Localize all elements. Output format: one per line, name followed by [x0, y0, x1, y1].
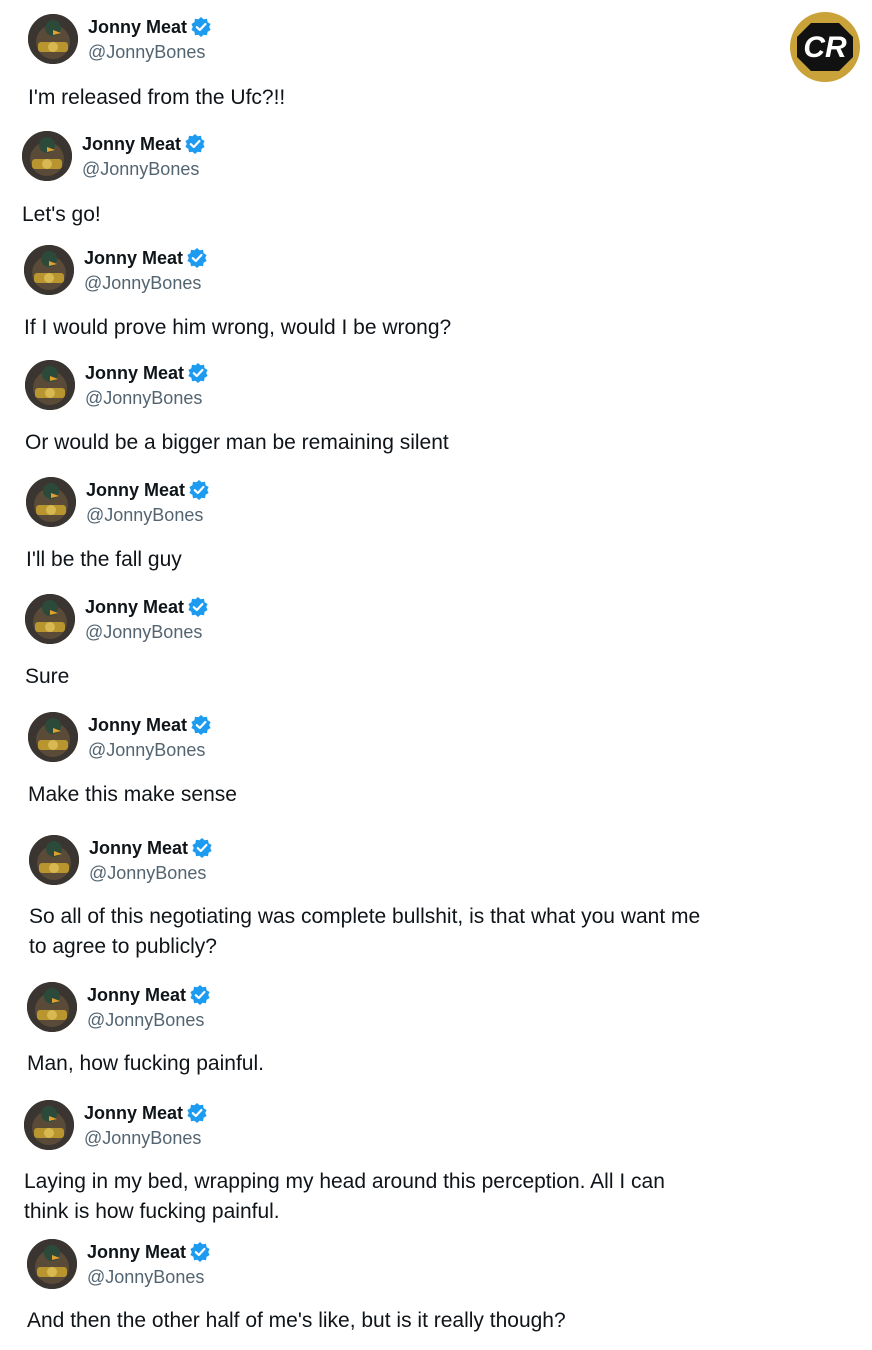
avatar[interactable] [26, 477, 76, 527]
name-row: Jonny Meat [82, 133, 205, 155]
tweet: Jonny Meat @JonnyBones Let's go! [22, 131, 782, 226]
handle[interactable]: @JonnyBones [85, 387, 202, 409]
verified-badge-icon [185, 134, 205, 154]
tweet-header: Jonny Meat @JonnyBones [29, 835, 789, 887]
tweet-header: Jonny Meat @JonnyBones [25, 594, 785, 646]
display-name[interactable]: Jonny Meat [84, 1102, 183, 1124]
handle[interactable]: @JonnyBones [82, 158, 199, 180]
verified-badge-icon [187, 248, 207, 268]
tweet-text: I'm released from the Ufc?!! [28, 86, 286, 109]
tweet-text: Sure [25, 665, 70, 688]
handle[interactable]: @JonnyBones [89, 862, 206, 884]
tweet: Jonny Meat @JonnyBones And then the othe… [27, 1239, 787, 1332]
tweet-header: Jonny Meat @JonnyBones [24, 1100, 784, 1152]
avatar[interactable] [27, 1239, 77, 1289]
display-name[interactable]: Jonny Meat [88, 16, 187, 38]
verified-badge-icon [191, 715, 211, 735]
name-row: Jonny Meat [84, 247, 207, 269]
tweet: Jonny Meat @JonnyBones If I would prove … [24, 245, 784, 339]
avatar[interactable] [29, 835, 79, 885]
tweet-text: And then the other half of me's like, bu… [27, 1309, 566, 1332]
tweet: Jonny Meat @JonnyBones Man, how fucking … [27, 982, 787, 1075]
verified-badge-icon [190, 985, 210, 1005]
name-row: Jonny Meat [84, 1102, 207, 1124]
tweet-header: Jonny Meat @JonnyBones [26, 477, 786, 529]
name-row: Jonny Meat [88, 16, 211, 38]
handle[interactable]: @JonnyBones [84, 1127, 201, 1149]
display-name[interactable]: Jonny Meat [89, 837, 188, 859]
verified-badge-icon [191, 17, 211, 37]
tweet: Jonny Meat @JonnyBones So all of this ne… [29, 835, 789, 958]
avatar[interactable] [25, 360, 75, 410]
tweet-header: Jonny Meat @JonnyBones [28, 712, 788, 764]
tweet-text: Laying in my bed, wrapping my head aroun… [24, 1170, 665, 1223]
avatar[interactable] [27, 982, 77, 1032]
handle[interactable]: @JonnyBones [88, 41, 205, 63]
cr-logo-text: CR [803, 31, 847, 64]
tweet-text: Or would be a bigger man be remaining si… [25, 431, 449, 454]
tweet-text: So all of this negotiating was complete … [29, 905, 701, 958]
tweet: Jonny Meat @JonnyBones Or would be a big… [25, 360, 785, 454]
tweet: Jonny Meat @JonnyBones I'll be the fall … [26, 477, 786, 571]
tweet-header: Jonny Meat @JonnyBones [24, 245, 784, 297]
avatar[interactable] [25, 594, 75, 644]
tweet-header: Jonny Meat @JonnyBones [28, 14, 788, 66]
verified-badge-icon [187, 1103, 207, 1123]
tweet-text: Man, how fucking painful. [27, 1052, 264, 1075]
tweet-header: Jonny Meat @JonnyBones [25, 360, 785, 412]
name-row: Jonny Meat [88, 714, 211, 736]
tweet-header: Jonny Meat @JonnyBones [27, 1239, 787, 1291]
tweet: Jonny Meat @JonnyBones Sure [25, 594, 785, 688]
verified-badge-icon [188, 363, 208, 383]
name-row: Jonny Meat [86, 479, 209, 501]
tweet-header: Jonny Meat @JonnyBones [22, 131, 782, 183]
tweet-text: If I would prove him wrong, would I be w… [24, 316, 452, 339]
tweet-text: I'll be the fall guy [26, 548, 182, 571]
display-name[interactable]: Jonny Meat [85, 362, 184, 384]
avatar[interactable] [24, 245, 74, 295]
tweet-text: Let's go! [22, 203, 101, 226]
name-row: Jonny Meat [87, 1241, 210, 1263]
handle[interactable]: @JonnyBones [85, 621, 202, 643]
verified-badge-icon [192, 838, 212, 858]
tweet: Jonny Meat @JonnyBones Laying in my bed,… [24, 1100, 784, 1223]
verified-badge-icon [190, 1242, 210, 1262]
handle[interactable]: @JonnyBones [88, 739, 205, 761]
handle[interactable]: @JonnyBones [84, 272, 201, 294]
display-name[interactable]: Jonny Meat [82, 133, 181, 155]
avatar[interactable] [22, 131, 72, 181]
name-row: Jonny Meat [87, 984, 210, 1006]
tweet: Jonny Meat @JonnyBones I'm released from… [28, 14, 788, 109]
display-name[interactable]: Jonny Meat [87, 984, 186, 1006]
display-name[interactable]: Jonny Meat [86, 479, 185, 501]
avatar[interactable] [28, 14, 78, 64]
name-row: Jonny Meat [85, 596, 208, 618]
verified-badge-icon [188, 597, 208, 617]
display-name[interactable]: Jonny Meat [85, 596, 184, 618]
handle[interactable]: @JonnyBones [87, 1266, 204, 1288]
avatar[interactable] [24, 1100, 74, 1150]
handle[interactable]: @JonnyBones [87, 1009, 204, 1031]
tweet: Jonny Meat @JonnyBones Make this make se… [28, 712, 788, 806]
verified-badge-icon [189, 480, 209, 500]
tweet-text: Make this make sense [28, 783, 237, 806]
name-row: Jonny Meat [89, 837, 212, 859]
name-row: Jonny Meat [85, 362, 208, 384]
display-name[interactable]: Jonny Meat [84, 247, 183, 269]
display-name[interactable]: Jonny Meat [88, 714, 187, 736]
display-name[interactable]: Jonny Meat [87, 1241, 186, 1263]
cr-logo: CR [789, 11, 861, 83]
avatar[interactable] [28, 712, 78, 762]
handle[interactable]: @JonnyBones [86, 504, 203, 526]
tweet-header: Jonny Meat @JonnyBones [27, 982, 787, 1034]
